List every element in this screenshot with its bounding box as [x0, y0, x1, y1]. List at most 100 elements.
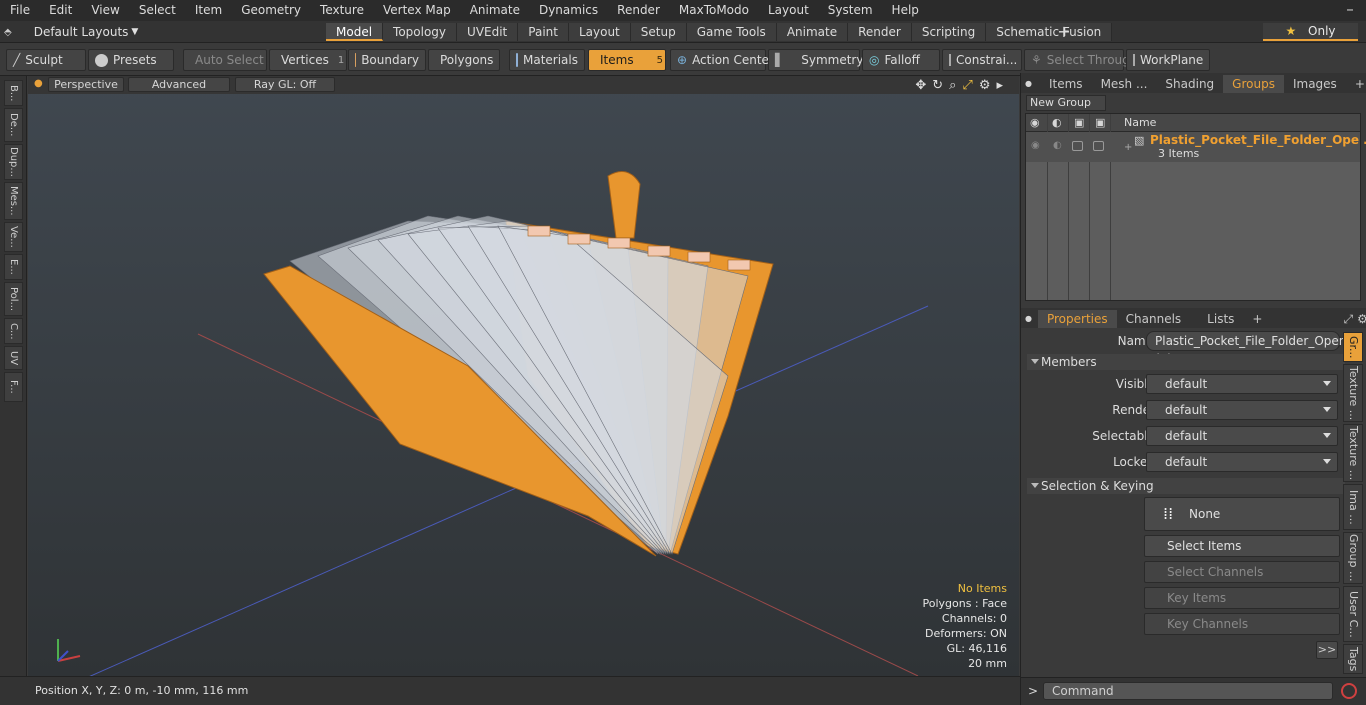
tab-shading[interactable]: Shading	[1156, 75, 1223, 93]
tab-uvedit[interactable]: UVEdit	[457, 23, 519, 41]
menu-help[interactable]: Help	[882, 0, 928, 21]
vtab-texture-1[interactable]: Texture ...	[1343, 364, 1363, 422]
menu-texture[interactable]: Texture	[310, 0, 373, 21]
rotate-view-icon[interactable]: ↻	[932, 78, 943, 93]
menu-dynamics[interactable]: Dynamics	[529, 0, 607, 21]
new-group-button[interactable]: New Group	[1026, 95, 1106, 111]
tab-game-tools[interactable]: Game Tools	[686, 23, 777, 41]
select-channels-button[interactable]: Select Channels	[1144, 561, 1340, 583]
menu-maxtomodo[interactable]: MaxToModo	[669, 0, 758, 21]
selection-keying-section[interactable]: Selection & Keying	[1027, 478, 1345, 494]
menu-view[interactable]: View	[81, 0, 128, 21]
command-input[interactable]: Command	[1043, 682, 1333, 700]
workplane-button[interactable]: WorkPlane	[1126, 49, 1210, 71]
vtab-tags[interactable]: Tags	[1343, 644, 1363, 674]
zoom-view-icon[interactable]: ⌕	[949, 78, 956, 93]
tab-channels[interactable]: Channels	[1117, 310, 1191, 328]
tab-mesh[interactable]: Mesh ...	[1092, 75, 1157, 93]
menu-vertex-map[interactable]: Vertex Map	[373, 0, 460, 21]
panel-menu-icon[interactable]: ●	[1021, 310, 1032, 328]
advanced-button[interactable]: Advanced	[128, 77, 230, 92]
gear-icon[interactable]: ⚙	[979, 78, 991, 93]
tab-topology[interactable]: Topology	[383, 23, 458, 41]
menu-geometry[interactable]: Geometry	[231, 0, 310, 21]
tab-lists[interactable]: Lists	[1198, 310, 1243, 328]
expand-arrow-icon[interactable]: ▸	[996, 78, 1003, 93]
visible-dropdown[interactable]: default	[1146, 374, 1338, 394]
vtab-user-channels[interactable]: User C...	[1343, 586, 1363, 642]
expand-plus-icon[interactable]: +	[1124, 142, 1132, 153]
sculpt-button[interactable]: ╱ Sculpt	[6, 49, 86, 71]
groups-list[interactable]: ◉ ◐ ▣ ▣ Name ◉ ◐ + ▧ Plastic_Pocket_File…	[1025, 113, 1366, 301]
viewport-menu-icon[interactable]: ●	[34, 78, 43, 89]
key-channels-button[interactable]: Key Channels	[1144, 613, 1340, 635]
name-field[interactable]: Plastic_Pocket_File_Folder_Open (5)	[1146, 331, 1346, 366]
left-tab-polygon[interactable]: Pol...	[4, 282, 23, 316]
vtab-group-2[interactable]: Group ...	[1343, 532, 1363, 584]
presets-button[interactable]: Presets	[88, 49, 174, 71]
key-items-button[interactable]: Key Items	[1144, 587, 1340, 609]
only-button[interactable]: ★ Only	[1263, 23, 1358, 41]
none-button[interactable]: ⁞⁞ None	[1144, 497, 1340, 531]
select-through-button[interactable]: ⚘ Select Through	[1024, 49, 1137, 71]
tab-render[interactable]: Render	[848, 23, 912, 41]
left-tab-duplicate[interactable]: Dup...	[4, 144, 23, 180]
left-tab-edge[interactable]: E...	[4, 254, 23, 280]
move-view-icon[interactable]: ✥	[915, 78, 926, 93]
polygons-button[interactable]: Polygons	[428, 49, 500, 71]
vertices-button[interactable]: Vertices 1	[269, 49, 347, 71]
menu-render[interactable]: Render	[607, 0, 669, 21]
add-tab-icon[interactable]: +	[1243, 310, 1271, 328]
layouts-dropdown[interactable]: ⬘ Default Layouts ▼	[4, 21, 138, 43]
left-tab-fusion[interactable]: F...	[4, 372, 23, 402]
gear-icon[interactable]: ⚙	[1355, 310, 1366, 328]
tab-images[interactable]: Images	[1284, 75, 1346, 93]
tab-model[interactable]: Model	[326, 23, 384, 41]
expand-icon[interactable]: ⤢	[1341, 310, 1355, 328]
menu-system[interactable]: System	[818, 0, 882, 21]
locked-dropdown[interactable]: default	[1146, 452, 1338, 472]
record-icon[interactable]	[1341, 683, 1357, 699]
items-button[interactable]: Items 5	[588, 49, 666, 71]
tab-groups[interactable]: Groups	[1223, 75, 1284, 93]
fit-view-icon[interactable]: ⤢	[962, 78, 972, 93]
perspective-button[interactable]: Perspective	[48, 77, 124, 92]
materials-button[interactable]: Materials	[509, 49, 585, 71]
add-tab-icon[interactable]: +	[1346, 75, 1366, 93]
tab-animate[interactable]: Animate	[776, 23, 849, 41]
menu-select[interactable]: Select	[129, 0, 185, 21]
add-tab-icon[interactable]: +	[1056, 22, 1072, 42]
left-tab-curve[interactable]: C...	[4, 318, 23, 344]
menu-layout[interactable]: Layout	[758, 0, 818, 21]
menu-edit[interactable]: Edit	[39, 0, 81, 21]
vtab-texture-2[interactable]: Texture ...	[1343, 424, 1363, 482]
constraints-button[interactable]: Constrai...	[942, 49, 1022, 71]
falloff-button[interactable]: ◎ Falloff	[862, 49, 940, 71]
row-visibility-icon[interactable]: ◉	[1031, 140, 1040, 151]
tab-items[interactable]: Items	[1040, 75, 1092, 93]
minimize-button[interactable]: –	[1340, 0, 1360, 21]
auto-select-button[interactable]: Auto Select	[183, 49, 267, 71]
tab-setup[interactable]: Setup	[630, 23, 687, 41]
tab-schematic-fusion[interactable]: Schematic Fusion	[986, 23, 1113, 41]
members-section[interactable]: Members	[1027, 354, 1345, 370]
row-selectable-checkbox[interactable]	[1072, 141, 1083, 151]
left-tab-uv[interactable]: UV	[4, 346, 23, 370]
menu-item[interactable]: Item	[185, 0, 231, 21]
row-render-icon[interactable]: ◐	[1053, 140, 1062, 151]
tab-layout[interactable]: Layout	[568, 23, 631, 41]
vtab-image[interactable]: Ima ...	[1343, 484, 1363, 530]
panel-menu-icon[interactable]: ●	[1021, 75, 1032, 93]
row-locked-checkbox[interactable]	[1093, 141, 1104, 151]
3d-viewport[interactable]: ● Perspective Advanced Ray GL: Off ✥ ↻ ⌕…	[28, 76, 1019, 676]
left-tab-vertex[interactable]: Ve...	[4, 222, 23, 252]
menu-file[interactable]: File	[0, 0, 39, 21]
tab-properties[interactable]: Properties	[1037, 310, 1117, 328]
raygl-button[interactable]: Ray GL: Off	[235, 77, 335, 92]
menu-animate[interactable]: Animate	[460, 0, 529, 21]
symmetry-button[interactable]: ▌ Symmetry	[768, 49, 863, 71]
vtab-group[interactable]: Gr...	[1343, 332, 1363, 362]
left-tab-mesh-edit[interactable]: Mes...	[4, 182, 23, 220]
action-center-button[interactable]: ⊕ Action Center	[670, 49, 774, 71]
tab-paint[interactable]: Paint	[518, 23, 569, 41]
